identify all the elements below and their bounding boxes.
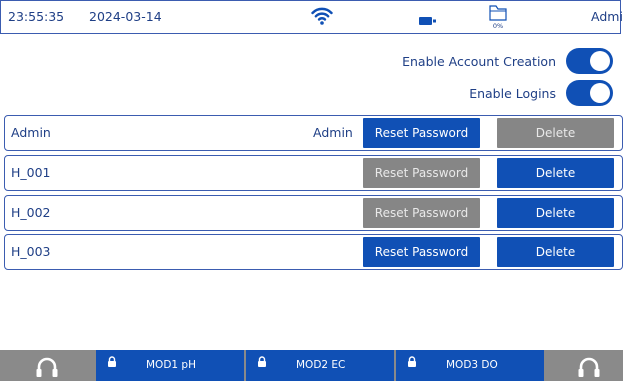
- user-name: H_003: [11, 244, 51, 259]
- headphone-icon[interactable]: [35, 354, 59, 382]
- wifi-icon: [311, 6, 333, 29]
- delete-button[interactable]: Delete: [497, 118, 614, 148]
- lock-icon: [257, 356, 267, 371]
- reset-password-button[interactable]: Reset Password: [363, 198, 480, 228]
- enable-logins-row: Enable Logins: [469, 79, 613, 107]
- user-row: H_002 Reset Password Delete: [4, 195, 623, 231]
- module-mod3[interactable]: MOD3 DO: [396, 350, 544, 381]
- reset-password-button[interactable]: Reset Password: [363, 118, 480, 148]
- battery-icon: [419, 13, 437, 28]
- status-date: 2024-03-14: [89, 9, 162, 24]
- user-row: H_003 Reset Password Delete: [4, 234, 623, 270]
- enable-account-creation-row: Enable Account Creation: [402, 47, 613, 75]
- lock-icon: [407, 356, 417, 371]
- storage-percent: 0%: [492, 22, 504, 30]
- user-name: H_002: [11, 205, 51, 220]
- module-label: MOD1 pH: [146, 359, 196, 371]
- headphone-icon[interactable]: [577, 354, 601, 382]
- reset-password-button[interactable]: Reset Password: [363, 158, 480, 188]
- user-role: Admin: [313, 125, 353, 140]
- user-row: H_001 Reset Password Delete: [4, 155, 623, 191]
- toggle-knob: [590, 83, 610, 103]
- folder-icon[interactable]: 0%: [486, 3, 510, 33]
- delete-button[interactable]: Delete: [497, 198, 614, 228]
- delete-button[interactable]: Delete: [497, 158, 614, 188]
- module-mod1[interactable]: MOD1 pH: [96, 350, 244, 381]
- status-bar: 23:55:35 2024-03-14 0% Admin: [0, 0, 622, 34]
- status-time: 23:55:35: [8, 9, 65, 24]
- enable-account-creation-toggle[interactable]: [566, 48, 613, 74]
- enable-logins-toggle[interactable]: [566, 80, 613, 106]
- delete-button[interactable]: Delete: [497, 237, 614, 267]
- user-name: Admin: [11, 125, 51, 140]
- module-label: MOD3 DO: [446, 359, 498, 371]
- user-name: H_001: [11, 165, 51, 180]
- user-row: Admin Admin Reset Password Delete: [4, 115, 623, 151]
- module-mod2[interactable]: MOD2 EC: [246, 350, 394, 381]
- module-label: MOD2 EC: [296, 359, 346, 371]
- enable-account-creation-label: Enable Account Creation: [402, 53, 556, 69]
- enable-logins-label: Enable Logins: [469, 85, 556, 101]
- lock-icon: [107, 356, 117, 371]
- toggle-knob: [590, 51, 610, 71]
- current-user: Admin: [591, 9, 622, 24]
- reset-password-button[interactable]: Reset Password: [363, 237, 480, 267]
- bottom-bar: MOD1 pH MOD2 EC MOD3 DO: [0, 350, 623, 381]
